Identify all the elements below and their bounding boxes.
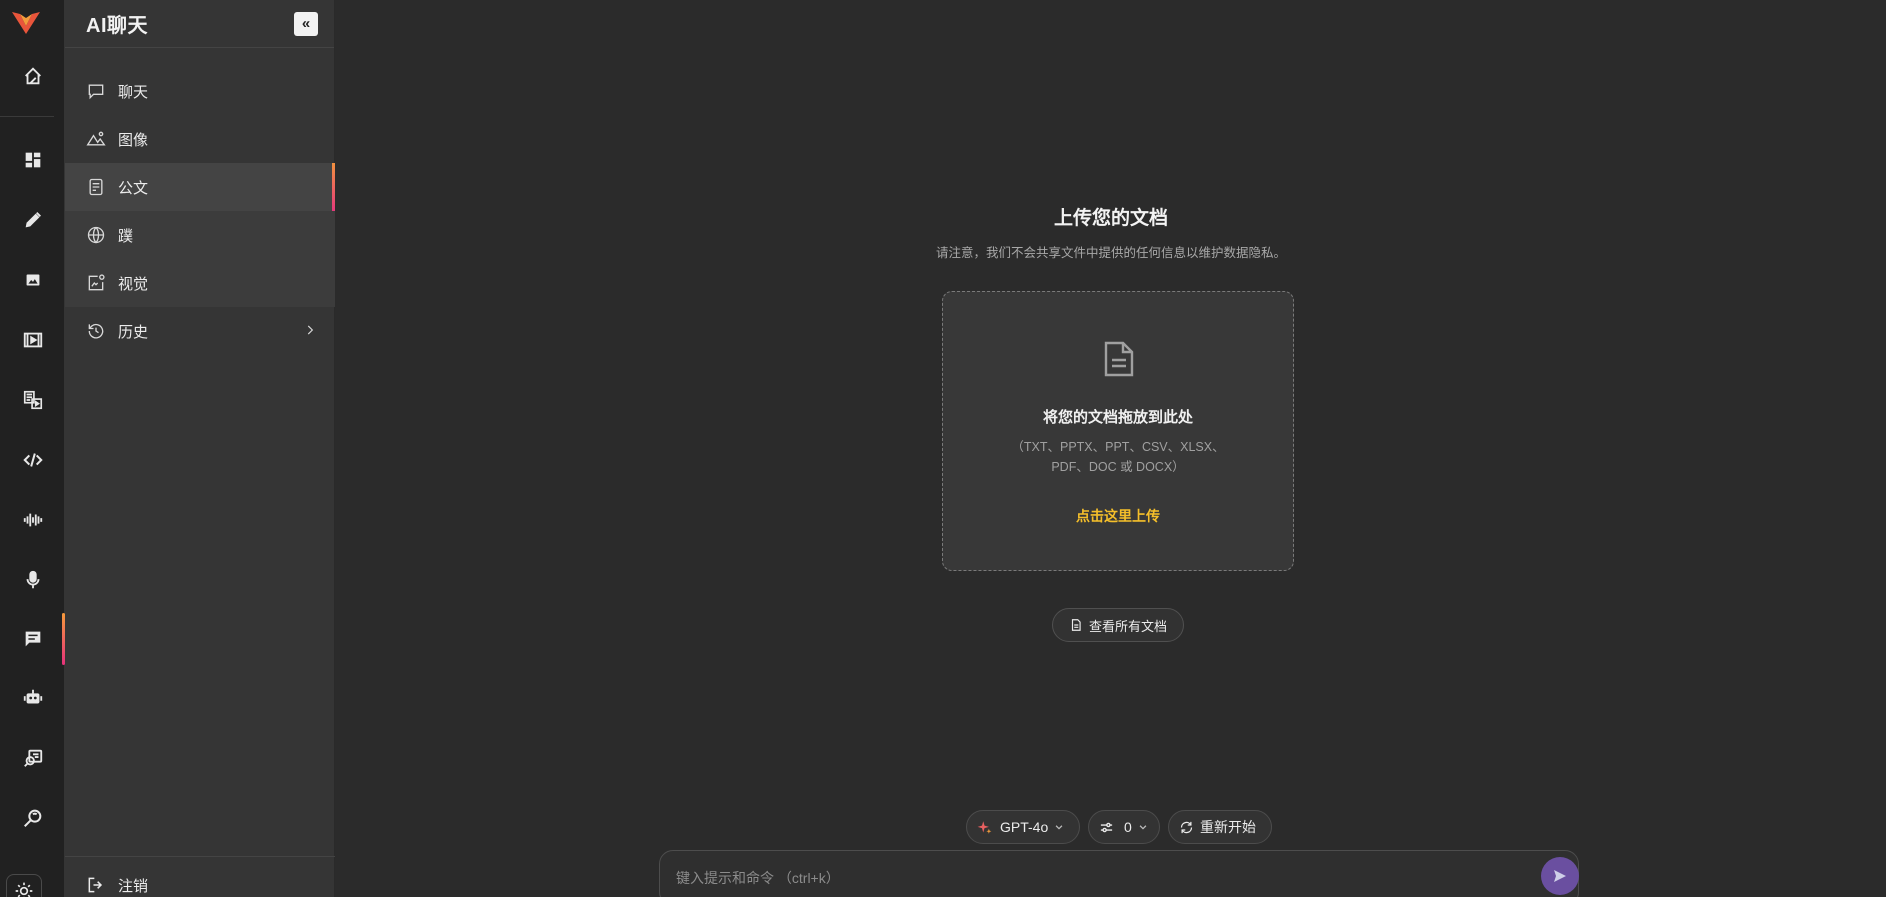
sparkle-icon: [977, 820, 992, 834]
sidebar-item-label: 聊天: [118, 83, 149, 101]
logout-icon: [88, 877, 103, 893]
file-icon: [1104, 341, 1134, 377]
supported-formats: （TXT、PPTX、PPT、CSV、XLSX、PDF、DOC 或 DOCX）: [1011, 440, 1225, 474]
sidebar-item-chat[interactable]: 聊天: [65, 67, 335, 115]
model-label: GPT-4o: [1000, 819, 1049, 835]
home-icon[interactable]: [0, 56, 65, 96]
prompt-box: [659, 850, 1579, 897]
image-icon[interactable]: [0, 260, 65, 300]
sun-icon: [15, 882, 33, 897]
document-icon: [89, 178, 103, 196]
logo[interactable]: [10, 8, 42, 38]
rail-divider: [0, 116, 54, 117]
media-icon[interactable]: [0, 380, 65, 420]
sidebar-item-history[interactable]: 历史: [65, 307, 335, 355]
view-all-documents-button[interactable]: 查看所有文档: [1052, 608, 1184, 642]
mic-icon[interactable]: [0, 560, 65, 600]
sidebar-item-vision[interactable]: 视觉: [65, 259, 335, 307]
model-selector[interactable]: GPT-4o: [966, 810, 1080, 844]
vision-icon: [88, 274, 105, 291]
main-content: 上传您的文档 请注意，我们不会共享文件中提供的任何信息以维护数据隐私。 将您的文…: [336, 0, 1886, 897]
logout-button[interactable]: 注销: [86, 867, 148, 897]
view-all-label: 查看所有文档: [1088, 618, 1167, 634]
globe-icon: [87, 226, 105, 244]
restart-label: 重新开始: [1200, 819, 1256, 835]
chat-bubble-icon: [88, 84, 104, 100]
chevron-right-icon: [307, 325, 314, 335]
sidebar-item-label: 历史: [118, 323, 149, 341]
code-icon[interactable]: [0, 440, 65, 480]
sidebar-item-label: 图像: [118, 131, 149, 149]
restart-button[interactable]: 重新开始: [1168, 810, 1272, 844]
icon-rail: [0, 0, 65, 897]
send-icon: [1554, 870, 1566, 882]
sliders-icon: [1100, 822, 1113, 832]
logout-label: 注销: [118, 877, 149, 895]
settings-selector[interactable]: 0: [1088, 810, 1160, 844]
page-title: 上传您的文档: [1053, 208, 1168, 229]
theme-toggle[interactable]: [6, 874, 42, 897]
sidebar-title: AI聊天: [86, 15, 148, 37]
prompt-input[interactable]: [676, 867, 1516, 889]
sidebar-item-web[interactable]: 蹼: [65, 211, 335, 259]
dashboard-icon[interactable]: [0, 140, 65, 180]
chevron-down-icon: [1139, 825, 1147, 830]
video-icon[interactable]: [0, 320, 65, 360]
history-icon: [88, 323, 104, 339]
refresh-icon: [1180, 821, 1193, 833]
settings-count: 0: [1124, 819, 1132, 835]
sidebar-footer: 注销: [65, 856, 335, 897]
upload-link[interactable]: 点击这里上传: [943, 506, 1293, 526]
pen-icon[interactable]: [0, 200, 65, 240]
send-button[interactable]: [1541, 857, 1579, 895]
image-icon: [86, 131, 106, 146]
collapse-sidebar-button[interactable]: «: [294, 11, 318, 36]
privacy-note: 请注意，我们不会共享文件中提供的任何信息以维护数据隐私。: [935, 246, 1286, 260]
chat-icon[interactable]: [0, 619, 65, 659]
audio-wave-icon[interactable]: [0, 500, 65, 540]
sidebar-item-label: 视觉: [118, 275, 149, 293]
bot-icon[interactable]: [0, 678, 65, 718]
voice-search-icon[interactable]: [0, 738, 65, 778]
sidebar-item-label: 公文: [118, 179, 149, 197]
sidebar-item-label: 蹼: [118, 227, 134, 245]
file-dropzone[interactable]: 将您的文档拖放到此处 （TXT、PPTX、PPT、CSV、XLSX、PDF、DO…: [942, 291, 1294, 571]
dropzone-title: 将您的文档拖放到此处: [1042, 409, 1193, 426]
search-icon[interactable]: [0, 798, 65, 838]
document-icon: [1071, 619, 1081, 631]
sidebar-nav: 聊天 图像 公文 蹼 视觉 历史: [65, 67, 335, 355]
sidebar-item-image[interactable]: 图像: [65, 115, 335, 163]
sidebar-header: AI聊天 «: [65, 0, 334, 48]
sidebar-item-document[interactable]: 公文: [65, 163, 335, 211]
sidebar: AI聊天 « 聊天 图像 公文 蹼 视觉 历史 注销: [65, 0, 335, 897]
chevron-down-icon: [1055, 825, 1063, 830]
